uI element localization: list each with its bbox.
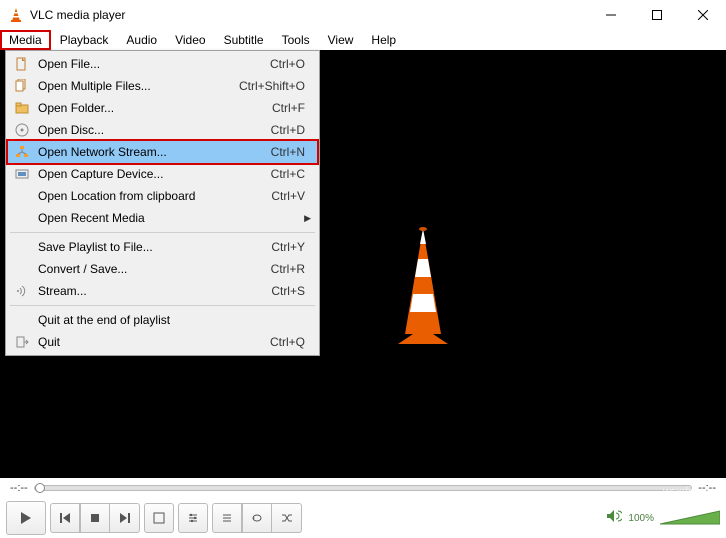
menu-video[interactable]: Video bbox=[166, 30, 214, 50]
menu-subtitle[interactable]: Subtitle bbox=[215, 30, 273, 50]
menu-quit-end-playlist[interactable]: Quit at the end of playlist bbox=[8, 309, 317, 331]
quit-icon bbox=[12, 334, 32, 350]
menu-tools[interactable]: Tools bbox=[273, 30, 319, 50]
play-button[interactable] bbox=[6, 501, 46, 535]
media-dropdown: Open File... Ctrl+O Open Multiple Files.… bbox=[5, 50, 320, 356]
menu-convert-save[interactable]: Convert / Save... Ctrl+R bbox=[8, 258, 317, 280]
files-icon bbox=[12, 78, 32, 94]
menu-open-recent[interactable]: Open Recent Media ▶ bbox=[8, 207, 317, 229]
window-title: VLC media player bbox=[30, 8, 588, 22]
network-icon bbox=[12, 144, 32, 160]
menu-media[interactable]: Media bbox=[0, 30, 51, 50]
menu-open-folder[interactable]: Open Folder... Ctrl+F bbox=[8, 97, 317, 119]
folder-icon bbox=[12, 100, 32, 116]
stop-button[interactable] bbox=[80, 503, 110, 533]
playlist-button[interactable] bbox=[212, 503, 242, 533]
close-button[interactable] bbox=[680, 0, 726, 30]
menu-open-capture-device[interactable]: Open Capture Device... Ctrl+C bbox=[8, 163, 317, 185]
watermark: wsxdn.com bbox=[663, 486, 718, 498]
menu-help[interactable]: Help bbox=[362, 30, 405, 50]
menu-open-clipboard[interactable]: Open Location from clipboard Ctrl+V bbox=[8, 185, 317, 207]
controls-bar: --:-- --:-- 100% bbox=[0, 478, 726, 538]
seek-bar: --:-- --:-- bbox=[0, 478, 726, 498]
minimize-button[interactable] bbox=[588, 0, 634, 30]
seek-knob[interactable] bbox=[35, 483, 45, 493]
menu-open-disc[interactable]: Open Disc... Ctrl+D bbox=[8, 119, 317, 141]
maximize-button[interactable] bbox=[634, 0, 680, 30]
volume-area: 100% bbox=[606, 509, 720, 528]
vlc-cone-logo bbox=[373, 219, 473, 349]
menu-save-playlist[interactable]: Save Playlist to File... Ctrl+Y bbox=[8, 236, 317, 258]
menu-stream[interactable]: Stream... Ctrl+S bbox=[8, 280, 317, 302]
stream-icon bbox=[12, 283, 32, 299]
window-controls bbox=[588, 0, 726, 30]
capture-icon bbox=[12, 166, 32, 182]
disc-icon bbox=[12, 122, 32, 138]
prev-button[interactable] bbox=[50, 503, 80, 533]
volume-percent: 100% bbox=[628, 513, 654, 524]
volume-slider[interactable] bbox=[660, 509, 720, 527]
vlc-icon bbox=[8, 7, 24, 23]
extended-settings-button[interactable] bbox=[178, 503, 208, 533]
time-current: --:-- bbox=[10, 482, 28, 494]
menu-playback[interactable]: Playback bbox=[51, 30, 118, 50]
speaker-icon[interactable] bbox=[606, 509, 622, 528]
button-row: 100% bbox=[0, 498, 726, 538]
loop-button[interactable] bbox=[242, 503, 272, 533]
titlebar: VLC media player bbox=[0, 0, 726, 30]
file-icon bbox=[12, 56, 32, 72]
menu-view[interactable]: View bbox=[319, 30, 363, 50]
fullscreen-button[interactable] bbox=[144, 503, 174, 533]
menu-separator bbox=[10, 305, 315, 306]
seek-track[interactable] bbox=[34, 485, 693, 491]
menu-open-multiple-files[interactable]: Open Multiple Files... Ctrl+Shift+O bbox=[8, 75, 317, 97]
shuffle-button[interactable] bbox=[272, 503, 302, 533]
submenu-arrow-icon: ▶ bbox=[304, 213, 311, 224]
menu-quit[interactable]: Quit Ctrl+Q bbox=[8, 331, 317, 353]
menubar: Media Playback Audio Video Subtitle Tool… bbox=[0, 30, 726, 50]
next-button[interactable] bbox=[110, 503, 140, 533]
menu-audio[interactable]: Audio bbox=[117, 30, 166, 50]
menu-open-file[interactable]: Open File... Ctrl+O bbox=[8, 53, 317, 75]
menu-separator bbox=[10, 232, 315, 233]
menu-open-network-stream[interactable]: Open Network Stream... Ctrl+N bbox=[6, 139, 319, 165]
